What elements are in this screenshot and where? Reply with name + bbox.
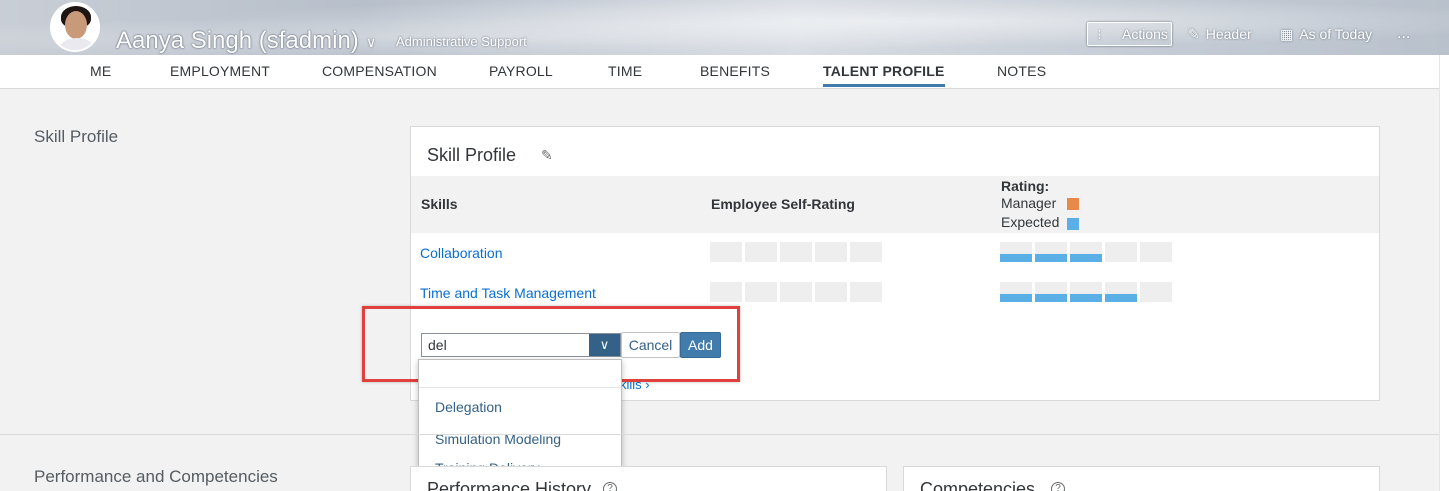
self-rating-cell xyxy=(710,282,742,302)
dropdown-option-delegation[interactable]: Delegation xyxy=(435,399,502,415)
self-rating-cell xyxy=(780,242,812,262)
section-divider xyxy=(0,434,1439,435)
expected-rating-cell xyxy=(1070,242,1102,262)
avatar-face xyxy=(65,11,87,39)
expected-rating-fill xyxy=(1035,254,1067,262)
self-rating-bar xyxy=(710,282,890,302)
tab-talent-profile[interactable]: TALENT PROFILE xyxy=(823,63,945,87)
expected-rating-cell xyxy=(1070,282,1102,302)
expected-rating-fill xyxy=(1070,254,1102,262)
performance-history-card: Performance History ? xyxy=(410,466,887,491)
column-header-skills: Skills xyxy=(421,196,458,212)
employee-role: Administrative Support xyxy=(396,34,527,49)
tab-payroll[interactable]: PAYROLL xyxy=(489,63,553,79)
expected-rating-fill xyxy=(1000,254,1032,262)
avatar[interactable] xyxy=(50,2,100,52)
self-rating-cell xyxy=(850,282,882,302)
tab-compensation[interactable]: COMPENSATION xyxy=(322,63,437,79)
dropdown-empty-row[interactable] xyxy=(419,360,621,388)
more-options-button[interactable]: ... xyxy=(1397,22,1410,46)
skill-link-collaboration[interactable]: Collaboration xyxy=(420,245,503,261)
help-icon[interactable]: ? xyxy=(603,482,617,491)
self-rating-cell xyxy=(710,242,742,262)
expected-rating-fill xyxy=(1105,294,1137,302)
tab-notes[interactable]: NOTES xyxy=(997,63,1046,79)
expected-rating-cell xyxy=(1035,282,1067,302)
as-of-label: As of Today xyxy=(1299,26,1373,42)
expected-rating-cell xyxy=(1105,282,1137,302)
column-header-self-rating: Employee Self-Rating xyxy=(711,196,855,212)
self-rating-bar xyxy=(710,242,890,262)
section-title-performance: Performance and Competencies xyxy=(34,467,278,486)
as-of-today-button[interactable]: ▦ As of Today xyxy=(1280,22,1372,46)
help-icon[interactable]: ? xyxy=(1051,482,1065,491)
tab-bar: ME EMPLOYMENT COMPENSATION PAYROLL TIME … xyxy=(0,55,1449,89)
expected-rating-fill xyxy=(1035,294,1067,302)
expected-rating-fill xyxy=(1070,294,1102,302)
header-button[interactable]: ✎ Header xyxy=(1188,22,1252,46)
self-rating-cell xyxy=(745,282,777,302)
legend-expected-swatch xyxy=(1067,218,1079,230)
legend-manager-swatch xyxy=(1067,198,1079,210)
legend-expected-label: Expected xyxy=(1001,214,1060,230)
edit-pencil-icon[interactable]: ✎ xyxy=(541,147,553,164)
expected-rating-bar xyxy=(1000,242,1180,262)
header-label: Header xyxy=(1205,26,1252,42)
skills-table-header: Skills Employee Self-Rating Rating: Mana… xyxy=(411,176,1379,233)
expected-rating-bar xyxy=(1000,282,1180,302)
competencies-card: Competencies ? xyxy=(903,466,1380,491)
avatar-body xyxy=(60,38,94,50)
competencies-title: Competencies xyxy=(920,479,1036,491)
scrollbar[interactable] xyxy=(1439,55,1449,491)
section-title-skill-profile: Skill Profile xyxy=(34,127,119,146)
rating-legend-title: Rating: xyxy=(1001,178,1050,194)
card-title: Skill Profile xyxy=(427,145,517,165)
expected-rating-cell xyxy=(1035,242,1067,262)
pencil-icon: ✎ xyxy=(1188,25,1200,42)
calendar-icon: ▦ xyxy=(1280,25,1294,42)
actions-label: Actions xyxy=(1122,26,1168,42)
tab-me[interactable]: ME xyxy=(90,63,111,79)
tab-employment[interactable]: EMPLOYMENT xyxy=(170,63,270,79)
performance-history-title: Performance History xyxy=(427,479,592,491)
tab-benefits[interactable]: BENEFITS xyxy=(700,63,770,79)
employee-name[interactable]: Aanya Singh (sfadmin) xyxy=(116,27,359,55)
legend-manager-label: Manager xyxy=(1001,195,1057,211)
self-rating-cell xyxy=(780,282,812,302)
expected-rating-cell xyxy=(1140,242,1172,262)
expected-rating-cell xyxy=(1000,282,1032,302)
tab-time[interactable]: TIME xyxy=(608,63,642,79)
expected-rating-cell xyxy=(1140,282,1172,302)
actions-button[interactable]: ⋮ Actions xyxy=(1087,22,1172,46)
self-rating-cell xyxy=(815,282,847,302)
expected-rating-fill xyxy=(1000,294,1032,302)
chevron-down-icon[interactable]: ∨ xyxy=(366,34,376,51)
expected-rating-cell xyxy=(1105,242,1137,262)
drag-handle-icon: ⋮ xyxy=(1094,28,1105,41)
profile-header: Aanya Singh (sfadmin) ∨ Administrative S… xyxy=(0,0,1449,55)
self-rating-cell xyxy=(745,242,777,262)
self-rating-cell xyxy=(815,242,847,262)
skill-link-time-task-management[interactable]: Time and Task Management xyxy=(420,285,596,301)
expected-rating-cell xyxy=(1000,242,1032,262)
self-rating-cell xyxy=(850,242,882,262)
